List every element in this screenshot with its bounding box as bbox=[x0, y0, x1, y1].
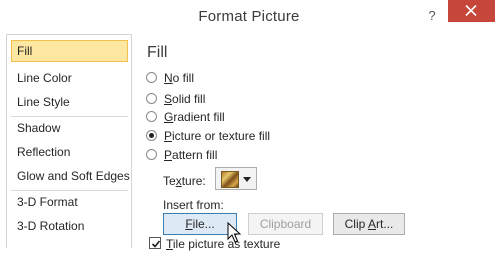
clipboard-button[interactable]: Clipboard bbox=[248, 213, 323, 235]
nav-item-shadow[interactable]: Shadow bbox=[11, 117, 128, 139]
title-bar[interactable]: Format Picture ? bbox=[0, 0, 498, 34]
radio-button[interactable] bbox=[146, 111, 157, 122]
clip-art-button[interactable]: Clip Art... bbox=[333, 213, 405, 235]
radio-label: Gradient fill bbox=[164, 110, 225, 124]
texture-swatch-icon bbox=[221, 171, 239, 188]
radio-label: Solid fill bbox=[164, 92, 206, 106]
nav-item-3d-rotation[interactable]: 3-D Rotation bbox=[11, 215, 128, 237]
close-icon bbox=[465, 5, 477, 16]
nav-item-glow-soft-edges[interactable]: Glow and Soft Edges bbox=[11, 165, 130, 187]
nav-item-3d-format[interactable]: 3-D Format bbox=[11, 191, 128, 213]
radio-button[interactable] bbox=[146, 149, 157, 160]
nav-item-line-color[interactable]: Line Color bbox=[11, 67, 128, 89]
radio-label: No fill bbox=[164, 71, 195, 85]
format-picture-dialog: Format Picture ? Fill Line Color Line St… bbox=[0, 0, 498, 251]
section-title: Fill bbox=[147, 44, 168, 61]
radio-button[interactable] bbox=[146, 72, 157, 83]
radio-label: Picture or texture fill bbox=[164, 129, 271, 143]
nav-item-fill[interactable]: Fill bbox=[11, 40, 128, 62]
help-button[interactable]: ? bbox=[421, 6, 443, 26]
texture-label: Texture: bbox=[163, 174, 206, 188]
nav-item-reflection[interactable]: Reflection bbox=[11, 141, 128, 163]
nav-item-line-style[interactable]: Line Style bbox=[11, 91, 128, 113]
file-button[interactable]: File... bbox=[163, 213, 237, 235]
checkmark-icon bbox=[151, 240, 161, 248]
texture-dropdown[interactable] bbox=[215, 167, 257, 190]
chevron-down-icon bbox=[243, 177, 251, 182]
tile-picture-label: Tile picture as texture bbox=[166, 237, 281, 251]
category-list: Fill Line Color Line Style Shadow Reflec… bbox=[6, 34, 132, 248]
insert-from-label: Insert from: bbox=[163, 198, 224, 212]
radio-button[interactable] bbox=[146, 93, 157, 104]
close-button[interactable] bbox=[448, 0, 495, 22]
tile-picture-checkbox[interactable] bbox=[149, 237, 161, 249]
radio-label: Pattern fill bbox=[164, 148, 218, 162]
radio-button-selected[interactable] bbox=[146, 130, 157, 141]
mouse-pointer-icon bbox=[227, 222, 241, 243]
